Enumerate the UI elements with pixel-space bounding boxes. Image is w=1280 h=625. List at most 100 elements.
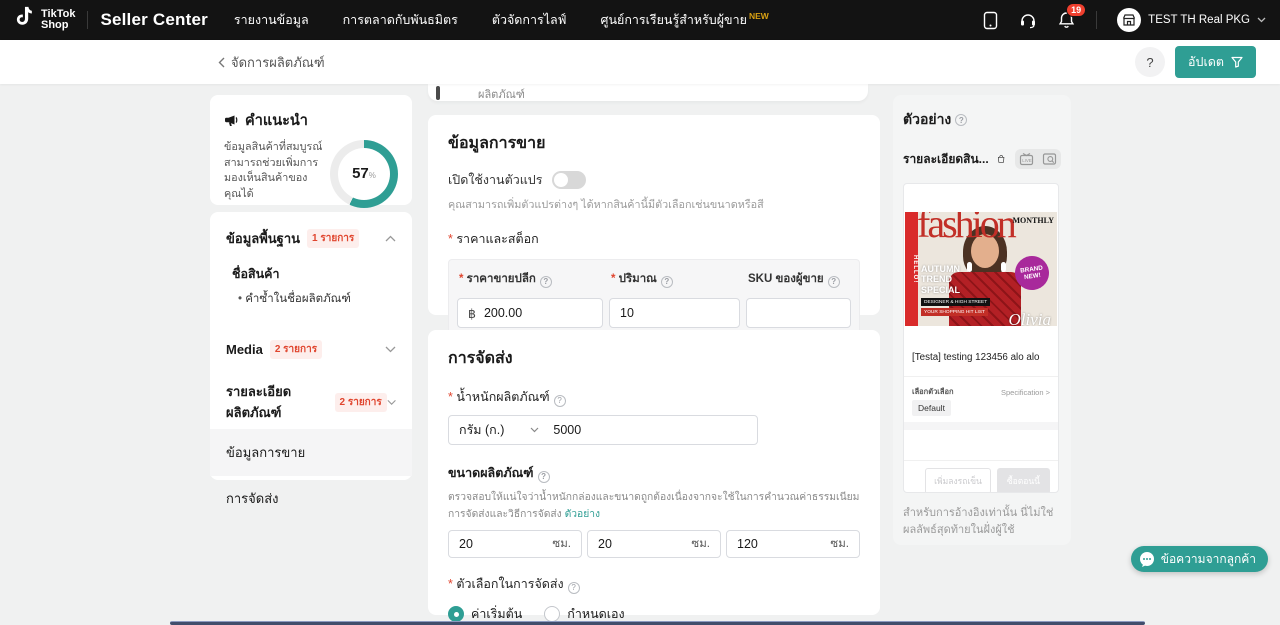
sidebar-item-product-details[interactable]: รายละเอียดผลิตภัณฑ์ 2 รายการ [226, 381, 396, 423]
nav-affiliate-marketing[interactable]: การตลาดกับพันธมิตร [343, 10, 458, 30]
search-preview-icon[interactable] [1042, 152, 1057, 166]
top-nav: รายงานข้อมูล การตลาดกับพันธมิตร ตัวจัดกา… [234, 10, 769, 30]
quantity-input[interactable]: 10 [609, 298, 740, 328]
magazine-coverlines: AUTUMN TREND SPECIAL [921, 264, 961, 295]
divider [87, 11, 89, 29]
dimensions-help-icon[interactable] [537, 470, 550, 483]
preview-spec-label: เลือกตัวเลือก [912, 387, 954, 396]
back-chevron-icon [218, 57, 225, 67]
chevron-down-icon [1257, 17, 1266, 23]
dimension-length-input[interactable]: 20 ซม. [448, 530, 582, 558]
preview-tab-product-detail[interactable]: รายละเอียดสิน... [903, 150, 989, 169]
preview-add-to-cart-button[interactable]: เพิ่มลงรถเข็น [925, 468, 991, 492]
chevron-down-icon [385, 346, 396, 353]
weight-unit-dropdown[interactable]: กรัม (ก.) [459, 420, 539, 440]
col-retail-price: ราคาขายปลีก [457, 268, 603, 292]
chevron-up-icon [385, 235, 396, 242]
col-quantity: ปริมาณ [609, 268, 740, 292]
price-help-icon[interactable] [539, 275, 552, 288]
dimension-height-input[interactable]: 120 ซม. [726, 530, 860, 558]
preview-spec-default-chip[interactable]: Default [912, 400, 951, 416]
retail-price-input[interactable]: ฿ 200.00 [457, 298, 603, 328]
notifications-bell-icon[interactable]: 19 [1056, 3, 1087, 30]
shipping-options-label: ตัวเลือกในการจัดส่ง [448, 574, 860, 594]
chevron-down-icon [387, 399, 396, 405]
divider [1096, 11, 1098, 29]
shop-avatar [1117, 8, 1142, 32]
sidebar-item-sales-info[interactable]: ข้อมูลการขาย [210, 429, 412, 476]
dimension-width-input[interactable]: 20 ซม. [587, 530, 721, 558]
sidebar-item-basic-info[interactable]: ข้อมูลพื้นฐาน 1 รายการ [226, 228, 396, 249]
weight-help-icon[interactable] [553, 394, 566, 407]
weight-input[interactable]: กรัม (ก.) 5000 [448, 415, 758, 445]
quantity-help-icon[interactable] [660, 275, 673, 288]
horizontal-scrollbar[interactable] [170, 621, 1145, 625]
live-preview-icon[interactable]: LIVE [1019, 152, 1034, 166]
top-navigation-bar: TikTok Shop Seller Center รายงานข้อมูล กา… [0, 0, 1280, 40]
radio-unselected-icon [544, 606, 561, 622]
nav-live-manager[interactable]: ตัวจัดการไลฟ์ [492, 10, 567, 30]
account-menu[interactable]: TEST TH Real PKG [1117, 8, 1266, 32]
preview-mode-segment: LIVE [1015, 149, 1061, 169]
mobile-app-icon[interactable] [980, 10, 1000, 30]
variant-toggle-label: เปิดใช้งานตัวแปร [448, 173, 543, 187]
product-preview-card: HELLO! fashion MONTHLY AUTUMN TREND SPEC… [903, 183, 1059, 493]
customer-messages-button[interactable]: ข้อความจากลูกค้า [1130, 546, 1268, 572]
issue-count-badge: 2 รายการ [334, 392, 387, 412]
dimensions-example-link[interactable]: ตัวอย่าง [565, 509, 601, 520]
help-button[interactable] [1135, 47, 1166, 77]
completeness-progress-ring: 57 % [330, 140, 398, 208]
breadcrumb-label: จัดการผลิตภัณฑ์ [231, 54, 325, 70]
tiktok-note-icon [14, 6, 35, 35]
nav-seller-academy[interactable]: ศูนย์การเรียนรู้สำหรับผู้ขาย NEW [601, 10, 769, 30]
dimensions-hint: ตรวจสอบให้แน่ใจว่าน้ำหนักกล่องและขนาดถูก… [448, 492, 860, 520]
weight-label: น้ำหนักผลิตภัณฑ์ [448, 387, 860, 407]
page-header: จัดการผลิตภัณฑ์ อัปเดต [0, 40, 1280, 84]
megaphone-icon [225, 115, 238, 126]
issue-count-badge: 1 รายการ [307, 229, 360, 248]
col-seller-sku: SKU ของผู้ขาย [746, 268, 851, 292]
magazine-monthly: MONTHLY [1012, 216, 1055, 225]
shipping-options-help-icon[interactable] [567, 581, 580, 594]
preview-help-icon[interactable] [955, 114, 968, 126]
variant-toggle[interactable] [552, 171, 587, 189]
seller-sku-input[interactable] [746, 298, 851, 328]
preview-buy-now-button[interactable]: ซื้อตอนนี้ [996, 468, 1050, 492]
price-stock-table: ราคาขายปลีก ปริมาณ SKU ของผู้ขาย ฿200.00… [448, 259, 860, 337]
shipping-title: การจัดส่ง [448, 350, 513, 367]
issue-count-badge: 2 รายการ [269, 340, 323, 359]
shopping-bag-icon[interactable] [997, 151, 1005, 167]
divider [904, 376, 1058, 377]
preview-product-title: [Testa] testing 123456 alo alo [912, 352, 1040, 363]
support-headset-icon[interactable] [1018, 10, 1038, 30]
magazine-signature: Olivia [1008, 310, 1052, 326]
update-button[interactable]: อัปเดต [1175, 46, 1256, 78]
nav-data-reports[interactable]: รายงานข้อมูล [234, 10, 309, 30]
app-title: Seller Center [100, 10, 208, 29]
variant-hint: คุณสามารถเพิ่มตัวแปรต่างๆ ได้หากสินค้านี… [448, 199, 764, 211]
sku-help-icon[interactable] [827, 275, 840, 288]
notification-count-badge: 19 [1066, 3, 1087, 17]
currency-symbol: ฿ [468, 306, 476, 321]
sidebar-item-shipping[interactable]: การจัดส่ง [226, 476, 396, 521]
preview-spec-link[interactable]: Specification > [1001, 388, 1050, 397]
preview-panel: ตัวอย่าง รายละเอียดสิน... LIVE HELLO! fa… [893, 95, 1071, 545]
magazine-masthead: fashion [917, 212, 1017, 246]
magazine-chip1: DESIGNER & HIGH STREET [921, 298, 991, 306]
account-name: TEST TH Real PKG [1148, 14, 1250, 26]
chat-bubble-icon [1139, 552, 1154, 567]
new-badge: NEW [748, 11, 769, 21]
recommendation-card: คำแนะนำ ข้อมูลสินค้าที่สมบูรณ์ สามารถช่ว… [210, 95, 412, 208]
sales-info-section: ข้อมูลการขาย เปิดใช้งานตัวแปร คุณสามารถเ… [428, 115, 880, 337]
breadcrumb-back[interactable]: จัดการผลิตภัณฑ์ [218, 52, 325, 73]
tiktok-shop-logo[interactable]: TikTok Shop [14, 6, 75, 35]
brand-line2: Shop [41, 19, 69, 31]
chat-button-label: ข้อความจากลูกค้า [1160, 551, 1256, 566]
sidebar-issue-duplicate-name[interactable]: คำซ้ำในชื่อผลิตภัณฑ์ [238, 290, 396, 308]
sidebar-subitem-product-name[interactable]: ชื่อสินค้า [232, 264, 396, 284]
filter-funnel-icon [1231, 56, 1243, 68]
progress-percent: 57 [352, 165, 369, 182]
editor-scrollbar[interactable] [436, 86, 440, 100]
sidebar-item-media[interactable]: Media 2 รายการ [226, 340, 396, 359]
radio-selected-icon [448, 606, 464, 622]
